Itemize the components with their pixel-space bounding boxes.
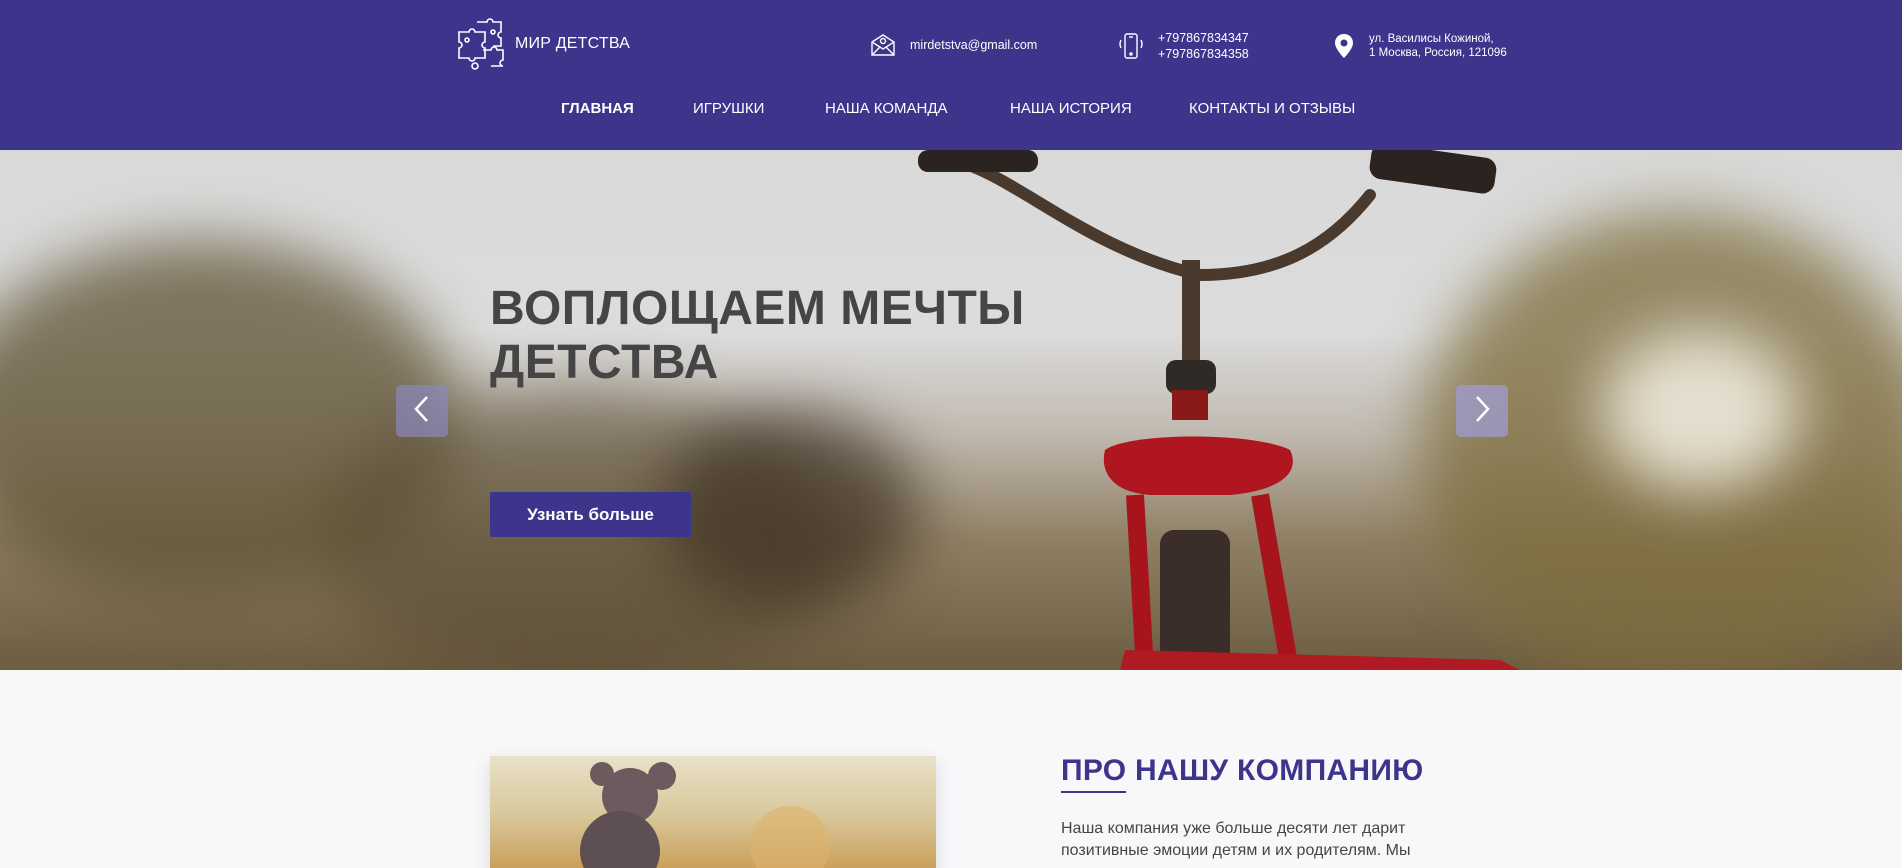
nav-item-home[interactable]: ГЛАВНАЯ xyxy=(561,100,634,117)
phone-1[interactable]: +797867834347 xyxy=(1158,30,1249,46)
contact-email[interactable]: mirdetstva@gmail.com xyxy=(870,33,1037,57)
about-title: ПРО НАШУ КОМПАНИЮ xyxy=(1061,754,1424,793)
hero-title: ВОПЛОЩАЕМ МЕЧТЫ ДЕТСТВА xyxy=(490,282,1025,390)
main-nav: ГЛАВНАЯ ИГРУШКИ НАША КОМАНДА НАША ИСТОРИ… xyxy=(0,100,1902,122)
site-header: МИР ДЕТСТВА mirdetstva@gmail.com +797867… xyxy=(0,0,1902,150)
envelope-icon xyxy=(870,33,896,57)
contact-phone[interactable]: +797867834347 +797867834358 xyxy=(1118,30,1249,62)
nav-item-toys[interactable]: ИГРУШКИ xyxy=(693,100,764,117)
logo-text: МИР ДЕТСТВА xyxy=(515,35,631,52)
nav-item-history[interactable]: НАША ИСТОРИЯ xyxy=(1010,100,1132,117)
about-title-underlined: ПРО xyxy=(1061,754,1127,793)
puzzle-logo-icon xyxy=(455,18,507,70)
hero-bg-blur xyxy=(1600,330,1800,490)
learn-more-button[interactable]: Узнать больше xyxy=(490,492,691,537)
address-line-1: ул. Василисы Кожиной, xyxy=(1369,33,1494,45)
hero-title-line-1: ВОПЛОЩАЕМ МЕЧТЫ xyxy=(490,282,1025,335)
map-pin-icon xyxy=(1333,33,1355,59)
tricycle-image xyxy=(918,150,1520,670)
logo[interactable]: МИР ДЕТСТВА xyxy=(455,18,630,70)
email-text[interactable]: mirdetstva@gmail.com xyxy=(910,37,1037,53)
contact-address: ул. Василисы Кожиной, 1 Москва, Россия, … xyxy=(1333,32,1507,60)
address-line-2: 1 Москва, Россия, 121096 xyxy=(1369,47,1507,59)
about-text: Наша компания уже больше десяти лет дари… xyxy=(1061,820,1411,859)
hero-bg-blur xyxy=(660,410,920,610)
hero-title-line-2: ДЕТСТВА xyxy=(490,336,719,389)
nav-item-contacts[interactable]: КОНТАКТЫ И ОТЗЫВЫ xyxy=(1189,100,1355,117)
slider-next-button[interactable] xyxy=(1456,385,1508,437)
phone-2[interactable]: +797867834358 xyxy=(1158,46,1249,62)
slider-prev-button[interactable] xyxy=(396,385,448,437)
chevron-left-icon xyxy=(412,394,432,429)
hero-slider: ВОПЛОЩАЕМ МЕЧТЫ ДЕТСТВА Узнать больше xyxy=(0,150,1902,670)
nav-item-team[interactable]: НАША КОМАНДА xyxy=(825,100,948,117)
about-image xyxy=(490,756,936,868)
about-title-rest: НАШУ КОМПАНИЮ xyxy=(1126,754,1424,787)
phone-icon xyxy=(1118,32,1144,60)
chevron-right-icon xyxy=(1472,394,1492,429)
